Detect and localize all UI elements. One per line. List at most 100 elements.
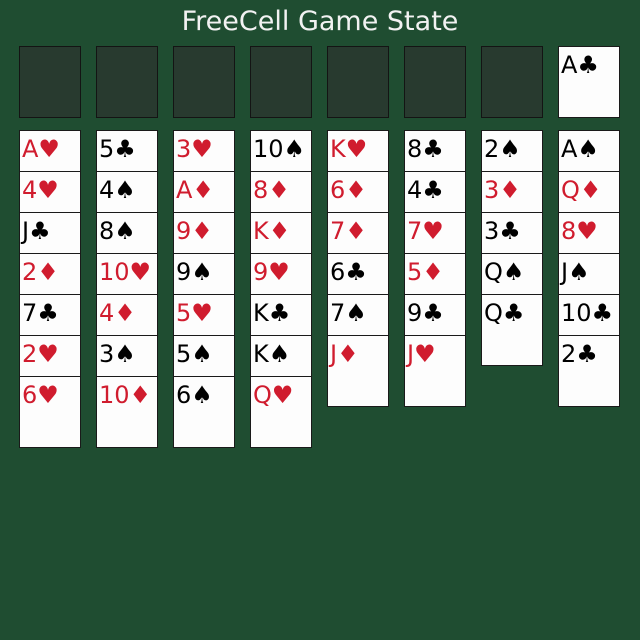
card-label: K♥	[330, 132, 367, 166]
card-suit-icon: ♦	[345, 176, 367, 204]
card-label: 7♠	[330, 296, 367, 330]
playing-card[interactable]: 10♦	[96, 376, 158, 448]
card-label: 2♣	[561, 337, 598, 371]
card-label: 4♥	[22, 173, 59, 207]
playing-card[interactable]: Q♣	[481, 294, 543, 366]
tableau-column-8: A♠ Q♦ 8♥ J♠ 10♣ 2♣	[558, 130, 620, 407]
playing-card[interactable]: Q♥	[250, 376, 312, 448]
card-label: A♦	[176, 173, 214, 207]
card-rank: 2	[22, 258, 38, 286]
card-rank: 6	[176, 381, 192, 409]
playing-card[interactable]: 6♥	[19, 376, 81, 448]
card-suit-icon: ♣	[114, 135, 136, 163]
card-label: J♠	[561, 255, 590, 289]
card-label: 8♥	[561, 214, 598, 248]
card-suit-icon: ♥	[37, 176, 59, 204]
card-label: 10♣	[561, 296, 613, 330]
card-suit-icon: ♣	[499, 217, 521, 245]
free-cell-1-slot[interactable]	[19, 46, 81, 118]
card-label: K♠	[253, 337, 290, 371]
card-rank: 8	[561, 217, 577, 245]
foundation-1-slot[interactable]	[327, 46, 389, 118]
card-rank: 9	[407, 299, 423, 327]
tableau-column-6: 8♣ 4♣ 7♥ 5♦ 9♣ J♥	[404, 130, 466, 407]
card-rank: 9	[176, 217, 192, 245]
card-suit-icon: ♦	[192, 176, 214, 204]
card-label: Q♦	[561, 173, 601, 207]
foundation-card[interactable]: A♣	[558, 46, 620, 118]
card-rank: K	[253, 299, 269, 327]
foundation-2-slot[interactable]	[404, 46, 466, 118]
card-rank: 2	[22, 340, 38, 368]
card-rank: 2	[484, 135, 500, 163]
card-rank: 5	[407, 258, 423, 286]
card-rank: 8	[253, 176, 269, 204]
card-rank: 6	[22, 381, 38, 409]
card-suit-icon: ♣	[345, 258, 367, 286]
card-rank: 3	[99, 340, 115, 368]
playing-card[interactable]: 2♣	[558, 335, 620, 407]
card-label: 5♦	[407, 255, 444, 289]
card-suit-icon: ♥	[268, 258, 290, 286]
card-rank: 3	[484, 217, 500, 245]
playing-card[interactable]: J♦	[327, 335, 389, 407]
tableau-column-1: A♥ 4♥ J♣ 2♦ 7♣ 2♥ 6♥	[19, 130, 81, 448]
card-label: 10♦	[99, 378, 151, 412]
card-label: 4♦	[99, 296, 136, 330]
foundation-3-slot[interactable]	[481, 46, 543, 118]
card-rank: 4	[22, 176, 38, 204]
card-label: 10♥	[99, 255, 151, 289]
card-label: A♠	[561, 132, 599, 166]
card-suit-icon: ♠	[114, 340, 136, 368]
card-suit-icon: ♣	[422, 176, 444, 204]
card-label: 8♦	[253, 173, 290, 207]
free-cell-4-slot[interactable]	[250, 46, 312, 118]
card-rank: 3	[484, 176, 500, 204]
card-label: 4♠	[99, 173, 136, 207]
card-label: 9♦	[176, 214, 213, 248]
card-suit-icon: ♥	[271, 381, 294, 409]
card-rank: A	[22, 135, 39, 163]
card-suit-icon: ♥	[414, 340, 436, 368]
card-suit-icon: ♥	[191, 299, 213, 327]
card-suit-icon: ♦	[191, 217, 213, 245]
card-label: 3♠	[99, 337, 136, 371]
card-suit-icon: ♠	[568, 258, 590, 286]
card-suit-icon: ♣	[576, 340, 598, 368]
card-suit-icon: ♣	[29, 217, 51, 245]
card-suit-icon: ♠	[577, 135, 599, 163]
card-suit-icon: ♦	[579, 176, 602, 204]
card-label: Q♣	[484, 296, 524, 330]
card-rank: A	[176, 176, 193, 204]
card-rank: Q	[484, 299, 503, 327]
card-label: 3♥	[176, 132, 213, 166]
playing-card[interactable]: J♥	[404, 335, 466, 407]
card-suit-icon: ♠	[283, 135, 306, 163]
card-suit-icon: ♠	[114, 217, 136, 245]
card-suit-icon: ♥	[37, 340, 59, 368]
playing-card[interactable]: 6♠	[173, 376, 235, 448]
card-rank: Q	[484, 258, 503, 286]
card-rank: Q	[253, 381, 272, 409]
card-rank: 10	[253, 135, 284, 163]
card-label: 7♥	[407, 214, 444, 248]
card-suit-icon: ♥	[37, 381, 59, 409]
card-rank: 7	[330, 217, 346, 245]
card-label: 10♠	[253, 132, 305, 166]
card-suit-icon: ♦	[337, 340, 359, 368]
card-suit-icon: ♦	[37, 258, 59, 286]
card-label: 6♦	[330, 173, 367, 207]
card-rank: 7	[22, 299, 38, 327]
card-rank: 9	[176, 258, 192, 286]
card-rank: K	[253, 217, 269, 245]
card-rank: 5	[176, 299, 192, 327]
card-rank: 10	[561, 299, 592, 327]
free-cell-2-slot[interactable]	[96, 46, 158, 118]
card-suit-icon: ♥	[129, 258, 152, 286]
card-label: 3♣	[484, 214, 521, 248]
free-cell-3-slot[interactable]	[173, 46, 235, 118]
game-table: FreeCell Game State A♣ A♥ 4♥ J♣ 2♦ 7♣ 2♥ 6♥ 5♣ 4…	[0, 0, 640, 640]
card-suit-icon: ♠	[191, 340, 213, 368]
card-suit-icon: ♥	[576, 217, 598, 245]
tableau-column-4: 10♠ 8♦ K♦ 9♥ K♣ K♠ Q♥	[250, 130, 312, 448]
